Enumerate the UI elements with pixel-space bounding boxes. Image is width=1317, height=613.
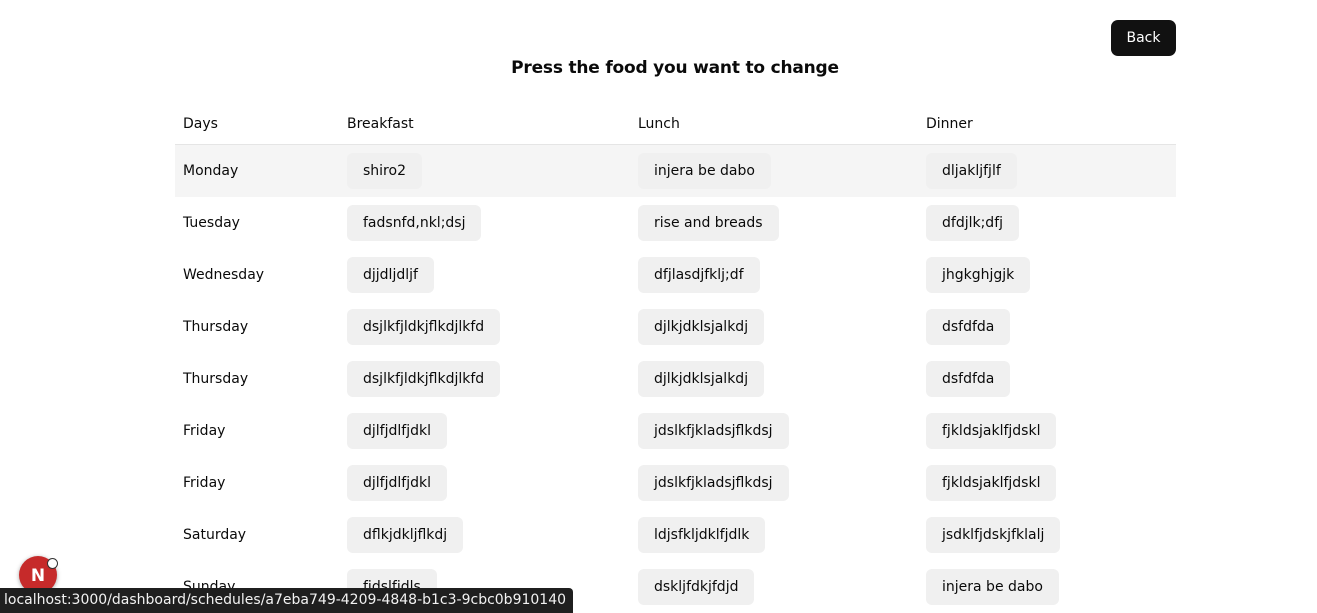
breakfast-food-button[interactable]: djlfjdlfjdkl <box>347 465 447 501</box>
lunch-cell: dfjlasdjfklj;df <box>630 249 918 301</box>
lunch-cell: jdslkfjkladsjflkdsj <box>630 457 918 509</box>
day-cell: Tuesday <box>183 215 240 231</box>
day-cell: Friday <box>183 475 226 491</box>
breakfast-cell: dsjlkfjldkjflkdjlkfd <box>339 301 630 353</box>
breakfast-food-button[interactable]: shiro2 <box>347 153 422 189</box>
link-status-bar: localhost:3000/dashboard/schedules/a7eba… <box>0 588 574 613</box>
dinner-food-button[interactable]: dsfdfda <box>926 309 1011 345</box>
table-row: Thursday dsjlkfjldkjflkdjlkfd djlkjdklsjal… <box>175 353 1176 405</box>
breakfast-cell: djlfjdlfjdkl <box>339 405 630 457</box>
lunch-food-button[interactable]: dskljfdkjfdjd <box>638 569 755 605</box>
lunch-food-button[interactable]: ldjsfkljdklfjdlk <box>638 517 766 553</box>
breakfast-cell: djjdljdljf <box>339 249 630 301</box>
page-title: Press the food you want to change <box>511 58 839 78</box>
column-header-lunch: Lunch <box>630 103 918 145</box>
column-header-dinner: Dinner <box>918 103 1176 145</box>
breakfast-food-button[interactable]: fadsnfd,nkl;dsj <box>347 205 482 241</box>
breakfast-cell: dflkjdkljflkdj <box>339 509 630 561</box>
breakfast-food-button[interactable]: djlfjdlfjdkl <box>347 413 447 449</box>
lunch-food-button[interactable]: djlkjdklsjalkdj <box>638 361 765 397</box>
breakfast-cell: shiro2 <box>339 144 630 197</box>
lunch-cell: rise and breads <box>630 197 918 249</box>
table-row: Saturday dflkjdkljflkdj ldjsfkljdklfjdlk js… <box>175 509 1176 561</box>
breakfast-cell: dsjlkfjldkjflkdjlkfd <box>339 353 630 405</box>
lunch-food-button[interactable]: injera be dabo <box>638 153 771 189</box>
table-body: Monday shiro2 injera be dabo dljakljfjlf Tue… <box>175 144 1176 613</box>
table-row: Friday djlfjdlfjdkl jdslkfjkladsjflkdsj fjk… <box>175 405 1176 457</box>
lunch-cell: djlkjdklsjalkdj <box>630 353 918 405</box>
dinner-food-button[interactable]: fjkldsjaklfjdskl <box>926 413 1057 449</box>
breakfast-food-button[interactable]: dsjlkfjldkjflkdjlkfd <box>347 361 501 397</box>
breakfast-food-button[interactable]: djjdljdljf <box>347 257 434 293</box>
schedule-table: Days Breakfast Lunch Dinner Monday shiro2… <box>175 103 1176 613</box>
column-header-breakfast: Breakfast <box>339 103 630 145</box>
table-row: Monday shiro2 injera be dabo dljakljfjlf <box>175 144 1176 197</box>
dinner-food-button[interactable]: dsfdfda <box>926 361 1011 397</box>
lunch-food-button[interactable]: djlkjdklsjalkdj <box>638 309 765 345</box>
breakfast-food-button[interactable]: dsjlkfjldkjflkdjlkfd <box>347 309 501 345</box>
day-cell: Friday <box>183 423 226 439</box>
table-header-row: Days Breakfast Lunch Dinner <box>175 103 1176 145</box>
dinner-cell: dsfdfda <box>918 301 1176 353</box>
lunch-food-button[interactable]: jdslkfjkladsjflkdsj <box>638 413 789 449</box>
dinner-cell: fjkldsjaklfjdskl <box>918 457 1176 509</box>
dinner-food-button[interactable]: fjkldsjaklfjdskl <box>926 465 1057 501</box>
dinner-food-button[interactable]: jsdklfjdskjfklalj <box>926 517 1061 553</box>
day-cell: Monday <box>175 144 339 197</box>
lunch-food-button[interactable]: rise and breads <box>638 205 779 241</box>
day-cell: Thursday <box>183 371 249 387</box>
lunch-cell: injera be dabo <box>630 144 918 197</box>
dinner-food-button[interactable]: dljakljfjlf <box>926 153 1017 189</box>
dinner-food-button[interactable]: jhgkghjgjk <box>926 257 1031 293</box>
breakfast-cell: djlfjdlfjdkl <box>339 457 630 509</box>
breakfast-cell: fadsnfd,nkl;dsj <box>339 197 630 249</box>
lunch-cell: jdslkfjkladsjflkdsj <box>630 405 918 457</box>
table-row: Tuesday fadsnfd,nkl;dsj rise and breads dfd… <box>175 197 1176 249</box>
table-row: Thursday dsjlkfjldkjflkdjlkfd djlkjdklsjal… <box>175 301 1176 353</box>
lunch-food-button[interactable]: dfjlasdjfklj;df <box>638 257 760 293</box>
nextjs-badge-letter: N <box>31 566 45 586</box>
table-row: Friday djlfjdlfjdkl jdslkfjkladsjflkdsj fjk… <box>175 457 1176 509</box>
day-cell: Thursday <box>183 319 249 335</box>
schedule-page: Back Press the food you want to change D… <box>0 0 1317 613</box>
dinner-cell: jsdklfjdskjfklalj <box>918 509 1176 561</box>
dinner-cell: jhgkghjgjk <box>918 249 1176 301</box>
dinner-food-button[interactable]: injera be dabo <box>926 569 1059 605</box>
day-cell: Wednesday <box>183 267 265 283</box>
lunch-cell: djlkjdklsjalkdj <box>630 301 918 353</box>
dinner-cell: injera be dabo <box>918 561 1176 613</box>
dinner-cell: dljakljfjlf <box>918 144 1176 197</box>
dinner-cell: dfdjlk;dfj <box>918 197 1176 249</box>
table-row: Wednesday djjdljdljf dfjlasdjfklj;df jhgkgh… <box>175 249 1176 301</box>
lunch-food-button[interactable]: jdslkfjkladsjflkdsj <box>638 465 789 501</box>
dinner-food-button[interactable]: dfdjlk;dfj <box>926 205 1020 241</box>
day-cell: Saturday <box>183 527 247 543</box>
dinner-cell: dsfdfda <box>918 353 1176 405</box>
breakfast-food-button[interactable]: dflkjdkljflkdj <box>347 517 464 553</box>
lunch-cell: dskljfdkjfdjd <box>630 561 918 613</box>
lunch-cell: ldjsfkljdklfjdlk <box>630 509 918 561</box>
notification-dot <box>47 558 58 569</box>
column-header-days: Days <box>175 103 339 145</box>
dinner-cell: fjkldsjaklfjdskl <box>918 405 1176 457</box>
back-button[interactable]: Back <box>1111 20 1176 56</box>
